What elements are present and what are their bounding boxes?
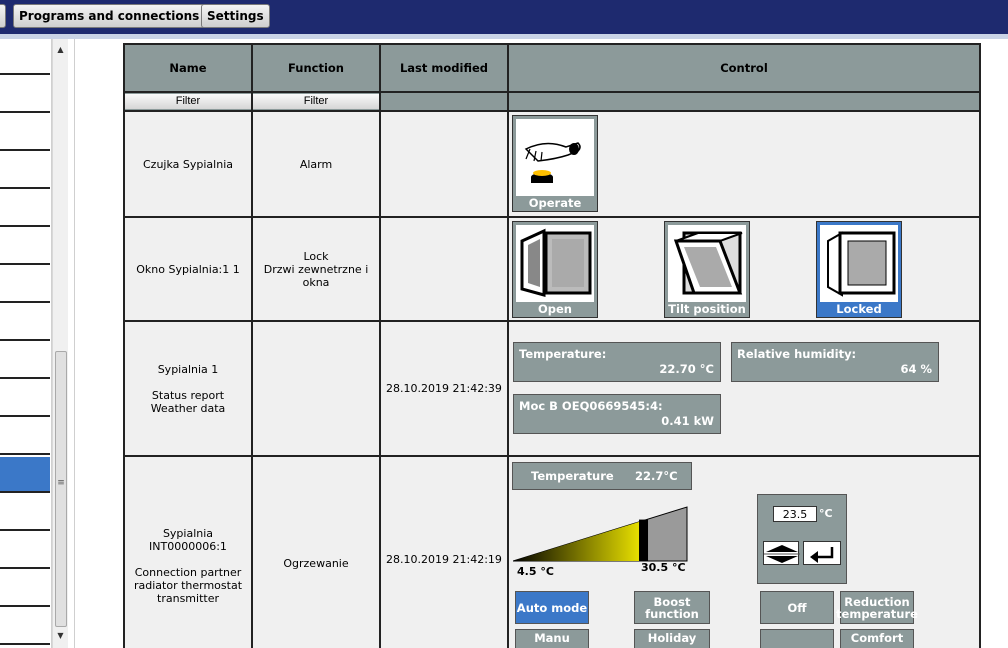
control-cell: Open Tilt position Locked [507,216,981,322]
tilt-position-button[interactable]: Tilt position [664,221,750,318]
operate-button[interactable]: Operate [512,115,598,212]
sidebar-item[interactable] [0,571,50,607]
device-name: Okno Sypialnia:1 1 [123,216,253,322]
temperature-readout: Temperature: 22.70 °C [513,342,721,382]
setpoint-input[interactable] [773,506,817,522]
control-cell: Operate [507,110,981,218]
sidebar-item[interactable] [0,495,50,531]
sidebar-item[interactable] [0,381,50,417]
scrollbar-thumb[interactable]: ≡ [55,351,67,627]
thermostat-temperature-readout: Temperature 22.7°C [512,462,692,490]
header-last-modified: Last modified [379,43,509,93]
scroll-down-arrow-icon[interactable]: ▼ [53,629,68,643]
sidebar-item[interactable] [0,191,50,227]
function-filter-button[interactable]: Filter [253,94,379,109]
window-tilt-icon [668,225,746,302]
off-button[interactable]: Off [760,591,834,624]
programs-and-connections-button[interactable]: Programs and connections [13,4,206,28]
table-row: Sypialnia 1 Status report Weather data 2… [123,320,981,457]
sidebar-item[interactable] [0,115,50,151]
control-cell: Temperature: 22.70 °C Relative humidity:… [507,320,981,457]
filter-empty [379,91,509,112]
sidebar-item[interactable] [0,153,50,189]
up-down-arrows-icon[interactable] [763,541,800,565]
humidity-readout: Relative humidity: 64 % [731,342,939,382]
sidebar-item[interactable] [0,229,50,265]
table-row: Sypialnia INT0000006:1 Connection partne… [123,455,981,648]
name-filter-button[interactable]: Filter [125,94,251,109]
sidebar-item[interactable] [0,39,50,75]
max-temp-label: 30.5 °C [641,561,686,574]
comfort-button[interactable]: Comfort [840,629,914,648]
slider-marker[interactable] [639,519,649,561]
device-last-modified [379,110,509,218]
grip-icon: ≡ [57,478,65,488]
settings-button[interactable]: Settings [201,4,270,28]
temperature-slider[interactable] [513,503,689,563]
top-toolbar: Programs and connections Settings [0,0,1008,34]
window-open-icon [516,225,594,302]
sidebar-item[interactable] [0,343,50,379]
holiday-button[interactable]: Holiday [634,629,710,648]
sidebar-item-selected[interactable] [0,457,50,493]
main-content: Name Function Last modified Control Filt… [74,39,1008,648]
header-name: Name [123,43,253,93]
enter-icon[interactable] [803,541,841,565]
setpoint-panel: °C [757,494,847,584]
filter-empty [507,91,981,112]
header-control: Control [507,43,981,93]
sidebar-item[interactable] [0,609,50,645]
sidebar-item[interactable] [0,305,50,341]
thermostat-control-cell: Temperature 22.7°C 4.5 °C 30.5 °C °C [507,455,981,648]
device-name: Sypialnia 1 Status report Weather data [123,320,253,457]
sidebar-item[interactable] [0,419,50,455]
device-function: Alarm [251,110,381,218]
table-row: Okno Sypialnia:1 1 Lock Drzwi zewnetrzne… [123,216,981,322]
sidebar-scrollbar[interactable]: ▲ ≡ ▼ [52,39,68,648]
auto-mode-button[interactable]: Auto mode [515,591,589,624]
reduction-temperature-button[interactable]: Reduction temperature [836,591,918,624]
blank-mode-button[interactable] [760,629,834,648]
sidebar-item[interactable] [0,267,50,303]
power-readout: Moc B OEQ0669545:4: 0.41 kW [513,394,721,434]
device-function: Lock Drzwi zewnetrzne i okna [251,216,381,322]
device-name: Czujka Sypialnia [123,110,253,218]
open-button[interactable]: Open [512,221,598,318]
min-temp-label: 4.5 °C [517,565,554,578]
locked-button[interactable]: Locked [816,221,902,318]
scroll-up-arrow-icon[interactable]: ▲ [53,43,68,57]
sidebar-item[interactable] [0,77,50,113]
window-locked-icon [820,225,898,302]
table-row: Czujka Sypialnia Alarm Operate [123,110,981,218]
setpoint-unit: °C [819,507,833,520]
device-last-modified: 28.10.2019 21:42:19 [379,455,509,648]
device-function [251,320,381,457]
boost-function-button[interactable]: Boost function [634,591,710,624]
header-function: Function [251,43,381,93]
prev-menu-button[interactable] [0,4,6,28]
device-last-modified: 28.10.2019 21:42:39 [379,320,509,457]
sidebar [0,39,52,648]
device-table: Name Function Last modified Control Filt… [123,43,981,648]
device-name: Sypialnia INT0000006:1 Connection partne… [123,455,253,648]
manu-button[interactable]: Manu [515,629,589,648]
sidebar-item[interactable] [0,533,50,569]
device-last-modified [379,216,509,322]
press-button-icon [516,119,594,196]
device-function: Ogrzewanie [251,455,381,648]
